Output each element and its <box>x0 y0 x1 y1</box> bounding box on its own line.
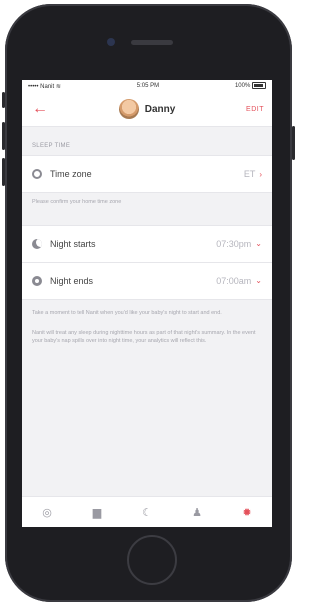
carrier-signal: ••••• Nanit ≋ <box>28 83 61 90</box>
app-screen: ••••• Nanit ≋ 5:05 PM 100% ← Danny EDIT … <box>22 80 272 527</box>
night-starts-row[interactable]: Night starts 07:30pm ⌄ <box>22 224 272 263</box>
sun-icon <box>32 275 42 286</box>
night-starts-label: Night starts <box>50 238 96 249</box>
time-zone-row[interactable]: Time zone ET › <box>22 155 272 193</box>
night-time-help: Take a moment to tell Nanit when you'd l… <box>32 309 222 316</box>
suitcase-icon[interactable]: ▆ <box>85 506 109 519</box>
chevron-right-icon: › <box>259 169 262 179</box>
night-ends-row[interactable]: Night ends 07:00am ⌄ <box>22 262 272 300</box>
moon-icon <box>32 238 42 249</box>
night-ends-label: Night ends <box>50 275 94 286</box>
power-button <box>292 126 295 160</box>
night-starts-value: 07:30pm ⌄ <box>216 238 262 249</box>
earpiece-speaker <box>131 40 173 45</box>
baby-avatar <box>118 99 139 119</box>
section-title: SLEEP TIME <box>32 143 71 149</box>
battery-indicator: 100% <box>235 82 266 90</box>
time-zone-value: ET › <box>243 169 262 179</box>
edit-button[interactable]: EDIT <box>246 106 264 113</box>
settings-gear-icon[interactable]: ✹ <box>235 506 259 519</box>
chevron-down-icon: ⌄ <box>255 239 262 249</box>
camera-icon[interactable]: ◎ <box>35 506 59 519</box>
volume-down-button <box>2 158 5 186</box>
front-camera <box>107 38 115 46</box>
back-arrow-icon[interactable]: ← <box>32 100 48 118</box>
tab-bar: ◎ ▆ ☾ ♟ ✹ <box>22 496 272 527</box>
volume-up-button <box>2 122 5 150</box>
battery-icon <box>252 82 266 90</box>
time-zone-icon <box>32 169 42 179</box>
baby-profile-header: Danny <box>118 99 176 119</box>
moon-icon[interactable]: ☾ <box>135 506 159 519</box>
wifi-icon: ≋ <box>55 83 61 90</box>
chevron-down-icon: ⌄ <box>255 276 262 286</box>
analytics-help: Nanit will treat any sleep during nightt… <box>32 329 256 344</box>
bell-icon[interactable]: ♟ <box>185 506 209 519</box>
navigation-bar: ← Danny EDIT <box>22 92 272 127</box>
night-ends-value: 07:00am ⌄ <box>216 275 262 286</box>
status-bar: ••••• Nanit ≋ 5:05 PM 100% <box>22 80 272 92</box>
time-zone-help: Please confirm your home time zone <box>32 199 122 205</box>
clock: 5:05 PM <box>136 83 160 89</box>
baby-name: Danny <box>144 103 176 115</box>
time-zone-label: Time zone <box>50 169 92 179</box>
home-button[interactable] <box>127 535 177 585</box>
mute-switch <box>2 92 5 108</box>
